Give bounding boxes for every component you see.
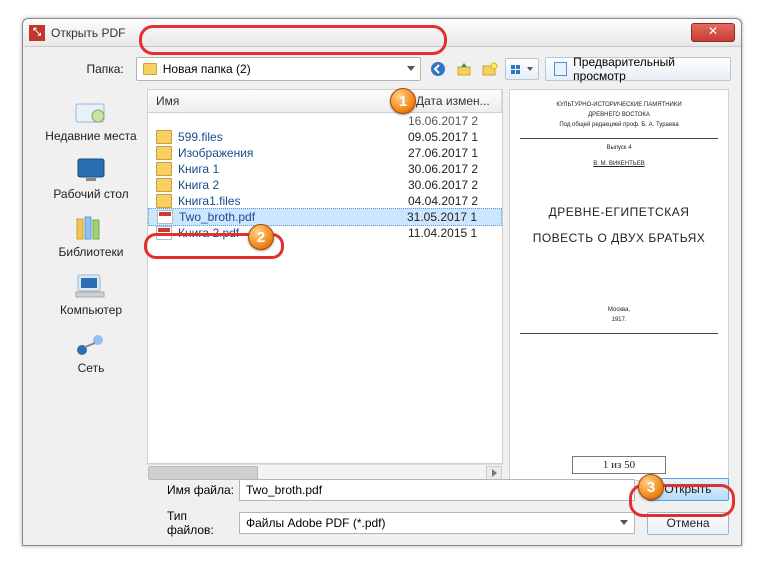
preview-button-label: Предварительный просмотр (573, 55, 722, 83)
preview-pane: КУЛЬТУРНО-ИСТОРИЧЕСКИЕ ПАМЯТНИКИ ДРЕВНЕГ… (509, 89, 729, 481)
list-item[interactable]: Книга 130.06.2017 2 (148, 161, 502, 177)
recent-places-icon (73, 97, 109, 127)
list-item[interactable]: Книга 230.06.2017 2 (148, 177, 502, 193)
list-item[interactable]: Изображения27.06.2017 1 (148, 145, 502, 161)
open-file-dialog: ⤡ Открыть PDF ✕ Папка: Новая папка (2) П… (22, 18, 742, 546)
pdf-icon (157, 210, 173, 224)
chevron-down-icon (620, 520, 628, 525)
file-list[interactable]: 16.06.2017 2 599.files09.05.2017 1 Изобр… (147, 113, 503, 464)
folder-label: Папка: (33, 62, 130, 76)
list-item[interactable]: 16.06.2017 2 (148, 113, 502, 129)
preview-line: 1917. (611, 317, 626, 323)
folder-icon (156, 178, 172, 192)
place-recent[interactable]: Недавние места (43, 97, 139, 143)
folder-icon (156, 162, 172, 176)
folder-combo-value: Новая папка (2) (163, 62, 251, 76)
app-icon: ⤡ (29, 25, 45, 41)
folder-combo[interactable]: Новая папка (2) (136, 57, 421, 81)
preview-line: Выпуск 4 (606, 145, 631, 151)
up-one-level-button[interactable] (453, 58, 475, 80)
preview-line: КУЛЬТУРНО-ИСТОРИЧЕСКИЕ ПАМЯТНИКИ (556, 102, 681, 108)
chevron-down-icon (407, 66, 415, 71)
preview-line: В. М. ВИКЕНТЬЕВ (593, 161, 644, 167)
folder-icon (156, 146, 172, 160)
preview-icon (554, 62, 567, 76)
file-list-pane: Имя Дата измен... 16.06.2017 2 599.files… (147, 89, 503, 481)
libraries-icon (73, 213, 109, 243)
list-item-selected[interactable]: Two_broth.pdf31.05.2017 1 (148, 208, 502, 226)
preview-title: ДРЕВНЕ-ЕГИПЕТСКАЯ (549, 205, 690, 219)
preview-line: Под общей редакцией проф. Б. А. Тураева (559, 122, 678, 128)
filetype-label: Тип файлов: (147, 509, 239, 537)
place-computer[interactable]: Компьютер (43, 271, 139, 317)
desktop-icon (73, 155, 109, 185)
titlebar: ⤡ Открыть PDF ✕ (23, 19, 741, 47)
cancel-button[interactable]: Отмена (647, 512, 729, 535)
filename-input[interactable] (239, 479, 635, 501)
filetype-value: Файлы Adobe PDF (*.pdf) (246, 516, 386, 530)
network-icon (73, 329, 109, 359)
window-title: Открыть PDF (51, 26, 125, 40)
computer-icon (73, 271, 109, 301)
list-item[interactable]: 599.files09.05.2017 1 (148, 129, 502, 145)
close-button[interactable]: ✕ (691, 23, 735, 42)
bottom-panel: Имя файла: Открыть Тип файлов: Файлы Ado… (35, 478, 729, 537)
preview-line: ДРЕВНЕГО ВОСТОКА (588, 112, 650, 118)
folder-icon (156, 194, 172, 208)
list-item[interactable]: Книга 2.pdf11.04.2015 1 (148, 225, 502, 241)
preview-toggle-button[interactable]: Предварительный просмотр (545, 57, 731, 81)
new-folder-button[interactable] (479, 58, 501, 80)
folder-icon (156, 130, 172, 144)
open-button[interactable]: Открыть (647, 478, 729, 501)
place-desktop[interactable]: Рабочий стол (43, 155, 139, 201)
folder-icon (143, 63, 157, 75)
preview-line: Москва, (608, 307, 630, 313)
column-name[interactable]: Имя (148, 90, 408, 112)
list-item[interactable]: Книга1.files04.04.2017 2 (148, 193, 502, 209)
back-button[interactable] (427, 58, 449, 80)
preview-page-counter: 1 из 50 (572, 456, 666, 474)
places-bar: Недавние места Рабочий стол Библиотеки К… (35, 89, 147, 481)
column-date[interactable]: Дата измен... (408, 90, 502, 112)
place-network[interactable]: Сеть (43, 329, 139, 375)
list-headers: Имя Дата измен... (147, 89, 503, 113)
views-button[interactable] (505, 58, 539, 80)
filetype-combo[interactable]: Файлы Adobe PDF (*.pdf) (239, 512, 635, 534)
pdf-icon (156, 226, 172, 240)
toolbar: Папка: Новая папка (2) Предварительный п… (23, 47, 741, 87)
filename-label: Имя файла: (147, 483, 239, 497)
place-libraries[interactable]: Библиотеки (43, 213, 139, 259)
preview-title: ПОВЕСТЬ О ДВУХ БРАТЬЯХ (533, 231, 706, 245)
